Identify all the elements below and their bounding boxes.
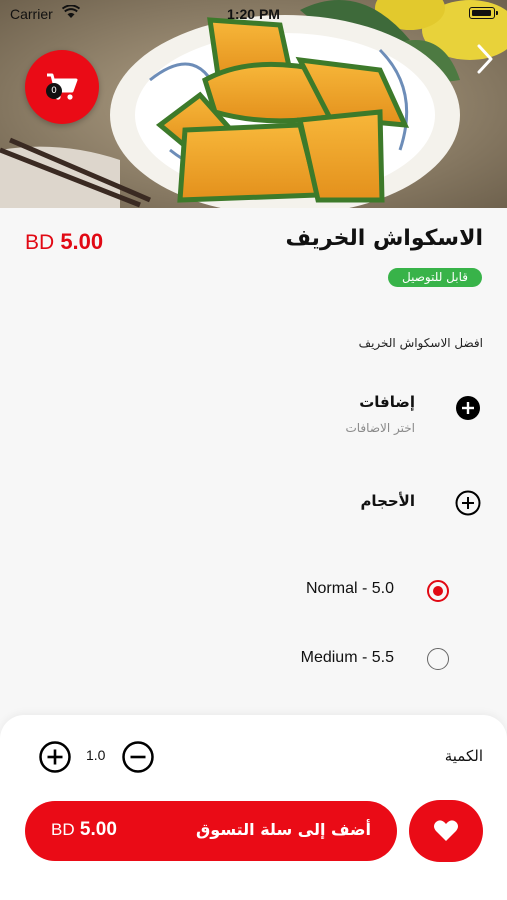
quantity-label: الكمية bbox=[444, 747, 483, 765]
addons-title: إضافات bbox=[359, 393, 415, 411]
quantity-value: 1.0 bbox=[86, 747, 106, 763]
product-price: BD 5.00 bbox=[25, 229, 103, 255]
size-option-normal[interactable]: Normal - 5.0 bbox=[306, 580, 394, 598]
currency-label: BD bbox=[25, 231, 55, 254]
add-to-cart-price-value: 5.00 bbox=[79, 819, 117, 840]
price-value: 5.00 bbox=[60, 229, 104, 254]
cart-count-badge: 0 bbox=[46, 83, 62, 99]
quantity-increase-button[interactable] bbox=[39, 741, 71, 777]
chevron-right-icon bbox=[477, 44, 493, 74]
next-image-button[interactable] bbox=[475, 42, 495, 80]
delivery-badge: قابل للتوصيل bbox=[388, 268, 482, 287]
plus-circle-icon bbox=[39, 741, 71, 773]
favorite-button[interactable] bbox=[409, 800, 483, 862]
cart-button[interactable]: 0 bbox=[25, 50, 99, 124]
plus-circle-filled-icon bbox=[456, 396, 480, 420]
add-to-cart-price: BD 5.00 bbox=[51, 819, 117, 841]
heart-icon bbox=[434, 820, 458, 841]
plus-circle-outline-icon bbox=[455, 490, 481, 516]
add-to-cart-currency: BD bbox=[51, 820, 75, 839]
addons-expand-button[interactable] bbox=[456, 396, 480, 424]
product-description: افضل الاسكواش الخريف bbox=[358, 336, 483, 350]
sizes-expand-button[interactable] bbox=[455, 490, 481, 520]
product-image: Carrier 1:20 PM 0 bbox=[0, 0, 507, 208]
minus-circle-icon bbox=[122, 741, 154, 773]
status-bar: Carrier 1:20 PM bbox=[0, 0, 507, 28]
size-radio-normal[interactable] bbox=[427, 580, 449, 602]
add-to-cart-label: أضف إلى سلة التسوق bbox=[196, 820, 371, 839]
clock: 1:20 PM bbox=[227, 6, 280, 22]
quantity-decrease-button[interactable] bbox=[122, 741, 154, 777]
product-name: الاسكواش الخريف bbox=[285, 226, 483, 251]
addons-subtitle: اختر الاضافات bbox=[345, 421, 415, 435]
size-radio-medium[interactable] bbox=[427, 648, 449, 670]
add-to-cart-button[interactable]: أضف إلى سلة التسوق BD 5.00 bbox=[25, 801, 397, 861]
sizes-title: الأحجام bbox=[360, 492, 415, 510]
size-option-medium[interactable]: Medium - 5.5 bbox=[301, 649, 394, 667]
battery-icon bbox=[469, 7, 498, 19]
